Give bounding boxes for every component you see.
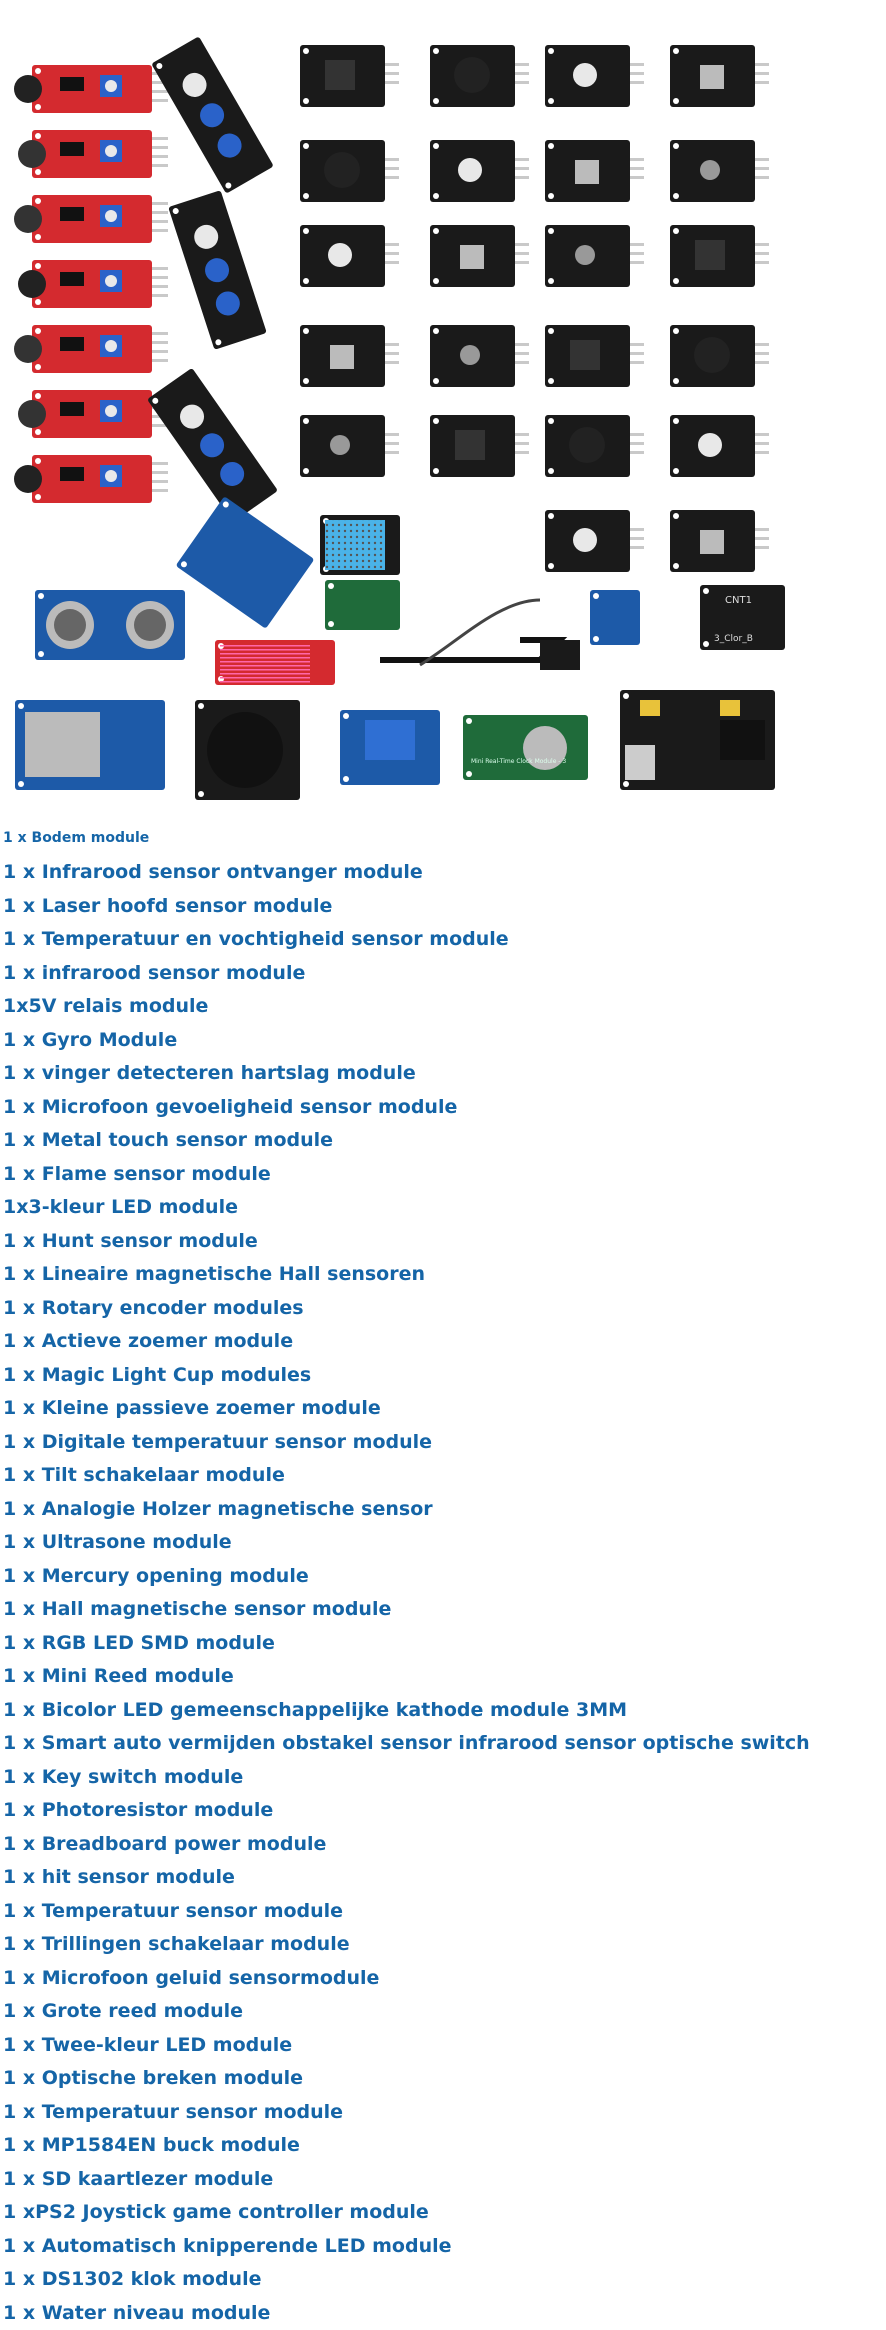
module-list-item[interactable]: 1 x Water niveau module <box>3 2297 810 2330</box>
module-list-item[interactable]: 1 x Gyro Module <box>3 1024 810 1058</box>
black-module-board <box>430 225 515 287</box>
module-list-item[interactable]: 1 x Metal touch sensor module <box>3 1124 810 1158</box>
module-list-item[interactable]: 1 x Trillingen schakelaar module <box>3 1928 810 1962</box>
module-list-item[interactable]: 1 x Bodem module <box>3 828 810 848</box>
module-list-item[interactable]: 1 x Bicolor LED gemeenschappelijke katho… <box>3 1694 810 1728</box>
module-list-item[interactable]: 1 x Analogie Holzer magnetische sensor <box>3 1493 810 1527</box>
joystick-knob <box>207 712 283 788</box>
module-list-item[interactable]: 1 x vinger detecteren hartslag module <box>3 1057 810 1091</box>
red-sensor-board <box>14 325 152 373</box>
module-list-item[interactable]: 1 x DS1302 klok module <box>3 2263 810 2297</box>
black-tall-board <box>147 368 278 522</box>
sensor-kit-illustration: CNT1 3_Clor_B Mini Real-Time Clock Modul… <box>0 0 810 820</box>
module-list-item[interactable]: 1 x Automatisch knipperende LED module <box>3 2230 810 2264</box>
module-list-item[interactable]: 1 x Magic Light Cup modules <box>3 1359 810 1393</box>
module-list-item[interactable]: 1 x Breadboard power module <box>3 1828 810 1862</box>
black-module-board <box>545 415 630 477</box>
module-list-item[interactable]: 1 x Optische breken module <box>3 2062 810 2096</box>
relay <box>365 720 415 760</box>
black-module-board <box>545 140 630 202</box>
black-module-board <box>300 140 385 202</box>
module-list-item[interactable]: 1 x infrarood sensor module <box>3 957 810 991</box>
module-list-item[interactable]: 1 x Mercury opening module <box>3 1560 810 1594</box>
black-module-board <box>430 325 515 387</box>
module-list-item[interactable]: 1 x Laser hoofd sensor module <box>3 890 810 924</box>
black-module-board <box>300 325 385 387</box>
black-tall-board <box>151 36 274 193</box>
black-module-board <box>430 45 515 107</box>
module-list-item[interactable]: 1 x Rotary encoder modules <box>3 1292 810 1326</box>
module-list-item[interactable]: 1 x Key switch module <box>3 1761 810 1795</box>
module-list-item[interactable]: 1 x Ultrasone module <box>3 1526 810 1560</box>
buck-board <box>325 580 400 630</box>
module-list-item[interactable]: 1 x Lineaire magnetische Hall sensoren <box>3 1258 810 1292</box>
module-list-item[interactable]: 1 x Smart auto vermijden obstakel sensor… <box>3 1727 810 1761</box>
black-module-board <box>430 415 515 477</box>
black-module-board <box>545 225 630 287</box>
black-module-board <box>670 415 755 477</box>
module-list: 1 x Bodem module 1 x Infrarood sensor ont… <box>3 828 810 2330</box>
black-tall-board <box>168 190 267 350</box>
board-label-rtc: Mini Real-Time Clock Module - 3 <box>471 758 566 765</box>
board-label-cnt1: CNT1 <box>725 595 752 606</box>
red-sensor-board <box>14 65 152 113</box>
black-module-board <box>545 45 630 107</box>
module-list-item[interactable]: 1 x Digitale temperatuur sensor module <box>3 1426 810 1460</box>
module-list-item[interactable]: 1 x Temperatuur sensor module <box>3 1895 810 1929</box>
black-module-board <box>545 510 630 572</box>
ultrasonic-eye-left <box>54 609 86 641</box>
module-list-item[interactable]: 1x5V relais module <box>3 990 810 1024</box>
black-module-board <box>670 140 755 202</box>
product-image: CNT1 3_Clor_B Mini Real-Time Clock Modul… <box>0 0 810 820</box>
module-list-item[interactable]: 1 x hit sensor module <box>3 1861 810 1895</box>
red-sensor-board <box>18 260 152 308</box>
black-module-board <box>670 225 755 287</box>
red-sensor-board <box>14 455 152 503</box>
module-list-item[interactable]: 1 x Grote reed module <box>3 1995 810 2029</box>
black-module-board <box>545 325 630 387</box>
black-module-board <box>300 225 385 287</box>
sd-slot <box>25 712 100 777</box>
module-list-item[interactable]: 1 x Flame sensor module <box>3 1158 810 1192</box>
black-module-board <box>300 415 385 477</box>
module-list-item[interactable]: 1 x RGB LED SMD module <box>3 1627 810 1661</box>
module-list-item[interactable]: 1 x MP1584EN buck module <box>3 2129 810 2163</box>
module-list-item[interactable]: 1x3-kleur LED module <box>3 1191 810 1225</box>
black-module-board <box>670 325 755 387</box>
gy-board <box>590 590 640 645</box>
module-list-item[interactable]: 1 x Tilt schakelaar module <box>3 1459 810 1493</box>
module-list-item[interactable]: 1 x Hall magnetische sensor module <box>3 1593 810 1627</box>
gyro-board <box>176 496 315 629</box>
module-list-item[interactable]: 1 x Hunt sensor module <box>3 1225 810 1259</box>
module-list-item[interactable]: 1 x SD kaartlezer module <box>3 2163 810 2197</box>
black-module-board <box>670 510 755 572</box>
red-sensor-board <box>18 390 152 438</box>
ultrasonic-eye-right <box>134 609 166 641</box>
black-module-board <box>670 45 755 107</box>
red-sensor-board <box>18 130 152 178</box>
black-module-board <box>430 140 515 202</box>
red-sensor-board <box>14 195 152 243</box>
board-label-3clor: 3_Clor_B <box>714 634 753 644</box>
black-module-board <box>300 45 385 107</box>
module-list-item[interactable]: 1 x Twee-kleur LED module <box>3 2029 810 2063</box>
module-list-item[interactable]: 1 x Microfoon gevoeligheid sensor module <box>3 1091 810 1125</box>
module-list-item[interactable]: 1 x Microfoon geluid sensormodule <box>3 1962 810 1996</box>
module-list-item[interactable]: 1 x Actieve zoemer module <box>3 1325 810 1359</box>
module-list-item[interactable]: 1 x Kleine passieve zoemer module <box>3 1392 810 1426</box>
module-list-item[interactable]: 1 x Photoresistor module <box>3 1794 810 1828</box>
module-list-item[interactable]: 1 x Temperatuur en vochtigheid sensor mo… <box>3 923 810 957</box>
module-list-item[interactable]: 1 x Mini Reed module <box>3 1660 810 1694</box>
module-list-item[interactable]: 1 x Temperatuur sensor module <box>3 2096 810 2130</box>
module-list-item[interactable]: 1 x Infrarood sensor ontvanger module <box>3 856 810 890</box>
module-list-item[interactable]: 1 xPS2 Joystick game controller module <box>3 2196 810 2230</box>
